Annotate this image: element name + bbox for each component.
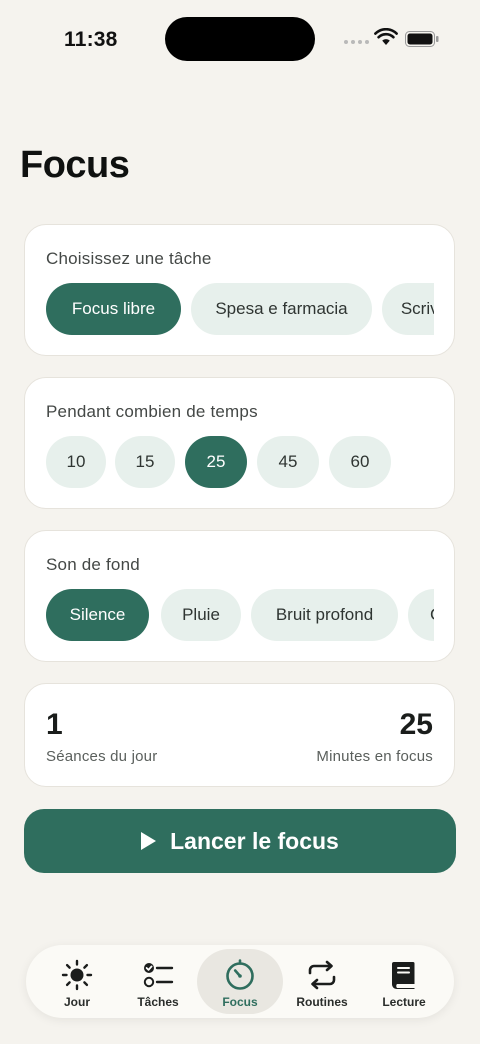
repeat-icon (308, 960, 336, 990)
checklist-icon (143, 963, 174, 988)
sound-chip-cafe[interactable]: Café (408, 589, 434, 641)
tab-label-routines: Routines (296, 995, 348, 1009)
wifi-icon (374, 28, 398, 45)
signal-icon (344, 40, 369, 44)
task-chip-spesa-e-farmacia[interactable]: Spesa e farmacia (191, 283, 372, 335)
stats-card: 1 Séances du jour 25 Minutes en focus (24, 683, 455, 787)
tab-label-taches: Tâches (137, 995, 179, 1009)
tab-bar: Jour Tâches Focus Routines Lecture (26, 945, 454, 1018)
battery-icon (405, 31, 439, 47)
tab-label-focus: Focus (222, 995, 258, 1009)
sound-section-label: Son de fond (46, 555, 140, 574)
tab-jour[interactable]: Jour (34, 949, 120, 1014)
task-chip-scrivere[interactable]: Scrivere (382, 283, 434, 335)
tab-routines[interactable]: Routines (279, 949, 365, 1014)
focus-minutes-count: 25 (399, 708, 433, 741)
task-chip-row[interactable]: Focus libre Spesa e farmacia Scrivere (46, 283, 434, 335)
task-chip-focus-libre[interactable]: Focus libre (46, 283, 181, 335)
sound-chip-row[interactable]: Silence Pluie Bruit profond Café (46, 589, 434, 641)
start-focus-label: Lancer le focus (170, 827, 339, 854)
sound-chip-bruit-profond[interactable]: Bruit profond (251, 589, 398, 641)
duration-chip-row: 10 15 25 45 60 (46, 436, 434, 488)
sound-chip-silence[interactable]: Silence (46, 589, 149, 641)
sessions-count: 1 (46, 708, 63, 741)
duration-chip-10[interactable]: 10 (46, 436, 106, 488)
tab-label-lecture: Lecture (382, 995, 426, 1009)
timer-icon (226, 959, 254, 990)
status-bar: 11:38 (0, 0, 480, 80)
sun-icon (61, 959, 93, 991)
sound-chip-pluie[interactable]: Pluie (161, 589, 241, 641)
duration-chip-25[interactable]: 25 (185, 436, 247, 488)
duration-chip-45[interactable]: 45 (257, 436, 319, 488)
play-icon (141, 832, 157, 850)
book-icon (392, 962, 415, 989)
sessions-label: Séances du jour (46, 748, 158, 765)
tab-label-jour: Jour (63, 995, 90, 1009)
dynamic-island (165, 17, 315, 61)
tab-lecture[interactable]: Lecture (361, 949, 447, 1014)
duration-chip-60[interactable]: 60 (329, 436, 391, 488)
duration-card: Pendant combien de temps 10 15 25 45 60 (24, 377, 455, 509)
duration-section-label: Pendant combien de temps (46, 402, 258, 421)
status-time: 11:38 (64, 28, 118, 51)
tab-taches[interactable]: Tâches (115, 949, 201, 1014)
tab-focus[interactable]: Focus (197, 949, 283, 1014)
sound-card: Son de fond Silence Pluie Bruit profond … (24, 530, 455, 662)
task-section-label: Choisissez une tâche (46, 249, 212, 268)
duration-chip-15[interactable]: 15 (115, 436, 175, 488)
page-title: Focus (20, 144, 130, 186)
start-focus-button[interactable]: Lancer le focus (24, 809, 456, 873)
focus-minutes-label: Minutes en focus (316, 748, 433, 765)
task-card: Choisissez une tâche Focus libre Spesa e… (24, 224, 455, 356)
